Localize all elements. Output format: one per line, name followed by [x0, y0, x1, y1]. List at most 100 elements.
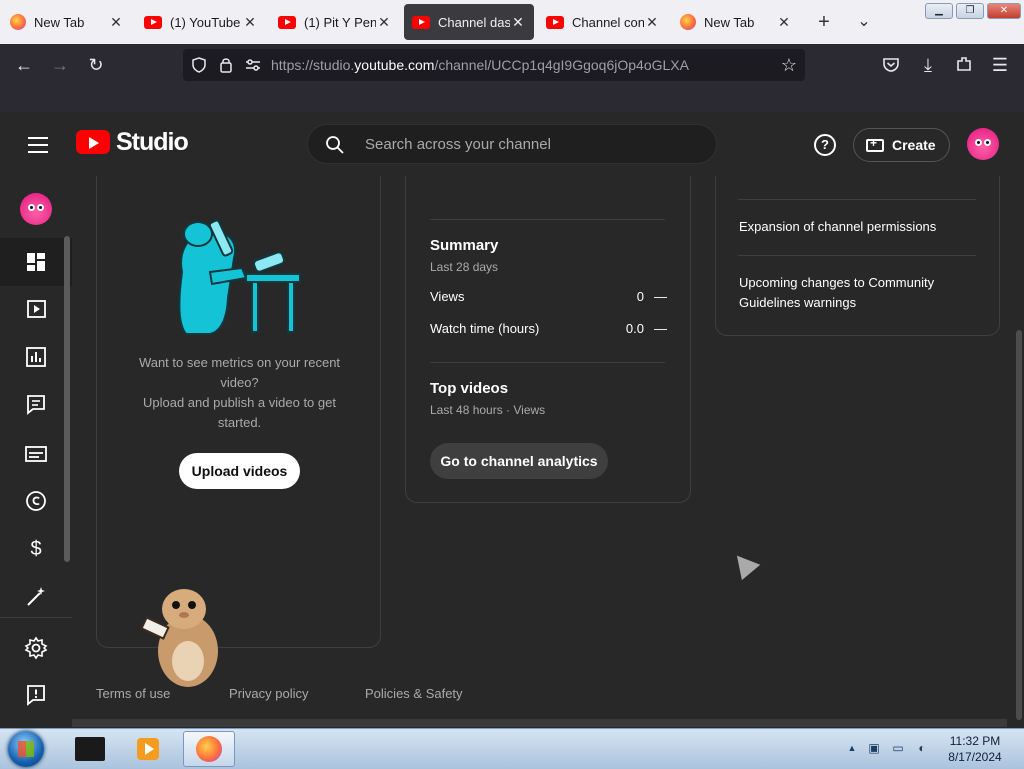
metrics-prompt-line4: started.	[217, 415, 262, 430]
copyright-icon[interactable]	[24, 489, 48, 513]
top-videos-period: Last 48 hours · Views	[430, 403, 546, 417]
minimize-button[interactable]: ▁	[925, 3, 953, 19]
tab-title: Channel dashboard	[438, 14, 510, 30]
browser-nav-bar: ← → ↻ https://studio.youtube.com/channel…	[0, 44, 1024, 86]
permissions-icon[interactable]	[245, 58, 261, 72]
close-icon[interactable]: ✕	[242, 14, 258, 31]
url-bar[interactable]: https://studio.youtube.com/channel/UCCp1…	[183, 49, 805, 81]
create-button[interactable]: Create	[853, 128, 950, 162]
taskbar-item-firefox[interactable]	[183, 731, 235, 767]
news-link-community-guidelines[interactable]: Upcoming changes to Community	[739, 273, 934, 293]
close-icon[interactable]: ✕	[376, 14, 392, 31]
tray-volume-icon[interactable]: ◐	[915, 741, 929, 755]
settings-gear-icon[interactable]	[24, 636, 48, 660]
menu-icon[interactable]: ☰	[988, 53, 1012, 77]
youtube-logo-icon[interactable]	[76, 130, 110, 154]
pocket-icon[interactable]	[882, 56, 900, 74]
views-label: Views	[430, 289, 465, 304]
lock-icon[interactable]	[219, 56, 233, 74]
help-icon[interactable]: ?	[814, 134, 836, 156]
page-scrollbar[interactable]	[1016, 330, 1022, 720]
maximize-button[interactable]: ❐	[956, 3, 984, 19]
studio-logo-text[interactable]: Studio	[116, 128, 189, 157]
content-icon[interactable]	[24, 297, 48, 321]
youtube-icon	[412, 15, 430, 29]
taskbar-item-media-player[interactable]	[122, 731, 174, 767]
window-close-button[interactable]: ✕	[987, 3, 1021, 19]
taskbar-item-window[interactable]	[64, 731, 116, 767]
divider	[738, 255, 976, 256]
tab-youtube[interactable]: (1) YouTube ✕	[136, 4, 266, 40]
tab-channel-dashboard[interactable]: Channel dashboard ✕	[404, 4, 534, 40]
main-content: Want to see metrics on your recent video…	[72, 176, 1024, 728]
upload-videos-button[interactable]: Upload videos	[179, 453, 300, 489]
tab-new-tab-1[interactable]: New Tab ✕	[2, 4, 132, 40]
tray-display-icon[interactable]: ▭	[891, 741, 905, 755]
close-icon[interactable]: ✕	[108, 14, 124, 31]
extensions-icon[interactable]	[955, 55, 973, 73]
url-path: /channel/UCCp1q4gI9Ggoq6jOp4oGLXA	[434, 57, 689, 73]
create-video-icon	[866, 136, 884, 152]
sidebar-scrollbar[interactable]	[64, 236, 70, 562]
channel-avatar[interactable]	[20, 193, 52, 225]
metrics-prompt-line2: video?	[220, 375, 259, 390]
dashboard-icon[interactable]	[24, 250, 48, 274]
shield-icon[interactable]	[191, 57, 207, 73]
comments-icon[interactable]	[24, 392, 48, 416]
list-tabs-button[interactable]: ⌄	[852, 10, 876, 34]
firefox-icon	[10, 14, 26, 30]
summary-title: Summary	[430, 237, 499, 254]
tab-pit-y-penny[interactable]: (1) Pit Y Penny ✕	[270, 4, 400, 40]
divider	[430, 362, 665, 363]
close-icon[interactable]: ✕	[776, 14, 792, 31]
close-icon[interactable]: ✕	[644, 14, 660, 31]
back-icon[interactable]: ←	[12, 53, 36, 77]
tab-channel-content[interactable]: Channel content ✕	[538, 4, 668, 40]
bookmark-star-icon[interactable]: ☆	[777, 53, 801, 77]
youtube-icon	[144, 15, 162, 29]
new-tab-button[interactable]: +	[812, 10, 836, 34]
hamster-sticker-image	[140, 589, 218, 687]
views-trend: —	[654, 289, 667, 304]
customization-wand-icon[interactable]	[24, 585, 48, 609]
send-feedback-icon[interactable]	[24, 683, 48, 707]
forward-icon[interactable]: →	[48, 53, 72, 77]
taskbar-clock[interactable]: 11:32 PM 8/17/2024	[937, 733, 1013, 765]
studio-header: Studio Search across your channel ? Crea…	[0, 112, 1024, 176]
tab-new-tab-2[interactable]: New Tab ✕	[672, 4, 800, 40]
url-prefix: https://studio.	[271, 57, 355, 73]
horizontal-scrollbar[interactable]	[72, 719, 1007, 727]
news-link-community-guidelines-line2[interactable]: Guidelines warnings	[739, 293, 856, 313]
url-host: youtube.com	[354, 57, 435, 73]
divider	[430, 219, 665, 220]
reload-icon[interactable]: ↻	[84, 53, 108, 77]
tray-device-icon[interactable]: ▣	[867, 741, 881, 755]
downloads-icon[interactable]: ⤓	[916, 53, 940, 77]
tray-expand-icon[interactable]: ▲	[845, 741, 859, 755]
go-to-channel-analytics-button[interactable]: Go to channel analytics	[430, 443, 608, 479]
analytics-icon[interactable]	[24, 345, 48, 369]
avatar[interactable]	[967, 128, 999, 160]
url-text[interactable]: https://studio.youtube.com/channel/UCCp1…	[271, 57, 689, 73]
terminal-icon	[75, 737, 105, 761]
close-icon[interactable]: ✕	[510, 14, 526, 31]
start-button[interactable]	[8, 731, 44, 767]
footer-policies-link[interactable]: Policies & Safety	[365, 686, 463, 701]
divider	[738, 199, 976, 200]
browser-tab-strip: New Tab ✕ (1) YouTube ✕ (1) Pit Y Penny …	[0, 0, 1024, 45]
views-value: 0	[636, 289, 644, 304]
left-sidebar: $	[0, 176, 72, 728]
tab-title: New Tab	[34, 14, 85, 30]
search-icon[interactable]	[325, 135, 345, 155]
earn-dollar-icon[interactable]: $	[24, 537, 48, 561]
metrics-prompt-line1: Want to see metrics on your recent	[138, 355, 341, 370]
subtitles-icon[interactable]	[24, 442, 48, 466]
youtube-icon	[546, 15, 564, 29]
hamburger-menu-icon[interactable]	[28, 137, 48, 158]
footer-privacy-link[interactable]: Privacy policy	[229, 686, 308, 701]
search-input[interactable]: Search across your channel	[307, 124, 717, 164]
news-link-channel-permissions[interactable]: Expansion of channel permissions	[739, 217, 936, 237]
firefox-icon	[196, 736, 222, 762]
search-placeholder: Search across your channel	[365, 136, 551, 153]
footer-terms-link[interactable]: Terms of use	[96, 686, 170, 701]
